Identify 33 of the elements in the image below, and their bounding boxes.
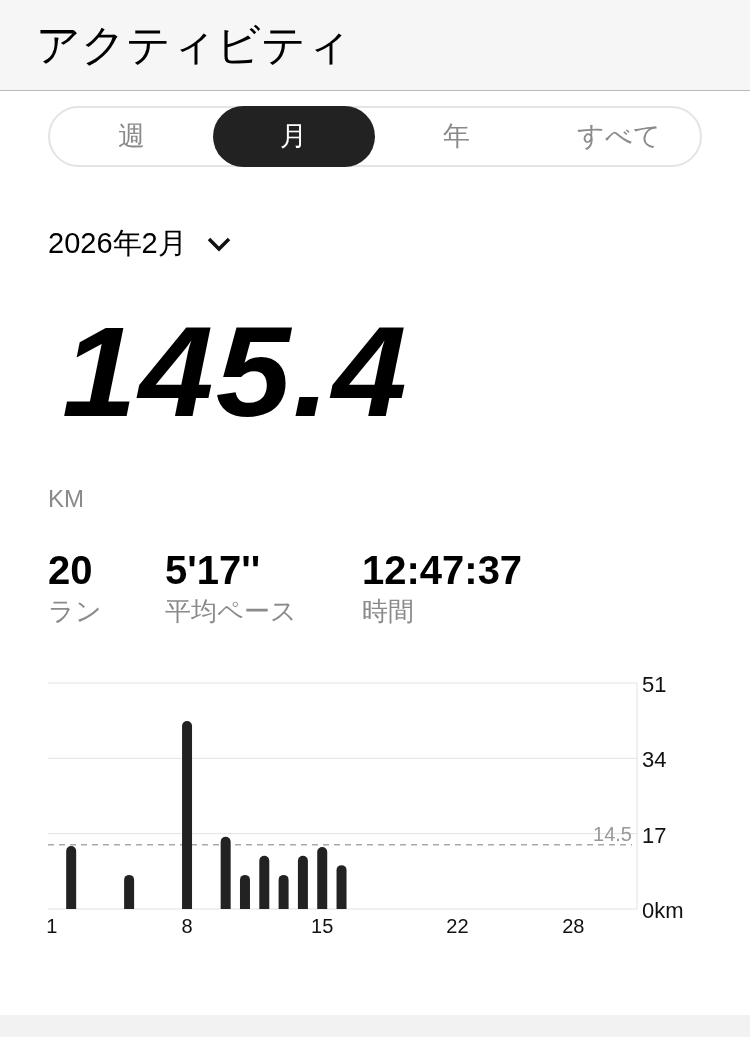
y-axis-label: 34 — [642, 747, 667, 773]
page-title: アクティビティ — [36, 19, 351, 71]
stat-value: 20 — [48, 546, 94, 594]
period-tab[interactable]: すべて — [537, 106, 700, 167]
distance-bar — [297, 855, 308, 909]
x-axis-label: 28 — [562, 915, 585, 937]
x-axis-label: 1 — [46, 915, 58, 937]
distance-bar — [124, 874, 135, 909]
total-distance: 145.4 — [62, 307, 409, 436]
x-axis-label: 8 — [181, 915, 193, 937]
stat-value: 12:47:37 — [362, 546, 524, 594]
period-tab[interactable]: 週 — [50, 106, 213, 167]
distance-bar — [336, 865, 347, 909]
stat-label: 時間 — [362, 594, 415, 627]
x-axis-label: 15 — [311, 915, 334, 937]
distance-bar — [259, 855, 270, 909]
distance-unit: KM — [48, 484, 84, 512]
y-axis-label: 51 — [642, 672, 667, 697]
period-tab[interactable]: 年 — [375, 106, 538, 167]
y-axis-label: 17 — [642, 822, 667, 848]
x-axis-label: 22 — [446, 915, 469, 937]
stat-label: ラン — [48, 594, 103, 627]
distance-bar — [240, 874, 250, 909]
distance-bar — [66, 846, 77, 909]
distance-bar — [278, 874, 289, 909]
y-axis-label: 0km — [642, 898, 684, 923]
period-tab[interactable]: 月 — [212, 106, 375, 167]
period-label[interactable]: 2026年2月 — [48, 222, 187, 266]
distance-bar — [317, 846, 328, 909]
stat-value: 5'17'' — [165, 546, 262, 594]
chevron-down-icon[interactable] — [206, 235, 231, 252]
average-label: 14.5 — [593, 822, 632, 845]
stat-label: 平均ペース — [165, 594, 298, 627]
